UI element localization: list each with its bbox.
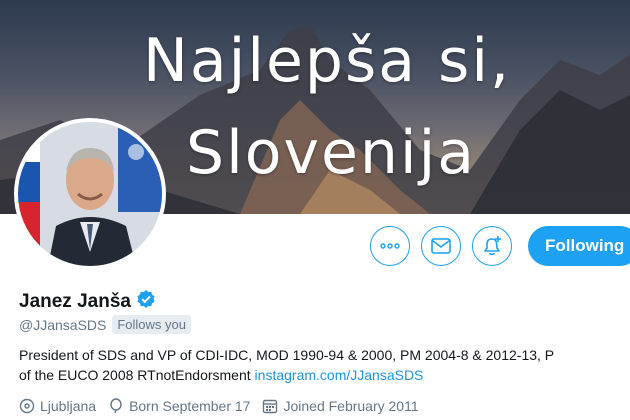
profile-handle-row: @JJansaSDS Follows you [19, 315, 191, 334]
birthday-item: Born September 17 [108, 398, 250, 414]
born-text: Born September 17 [129, 398, 251, 414]
profile-name-row: Janez Janša [19, 289, 156, 314]
bio-instagram-link[interactable]: instagram.com/JJansaSDS [255, 367, 424, 383]
location-text: Ljubljana [40, 398, 97, 414]
profile-handle: @JJansaSDS [19, 316, 107, 333]
location-pin-icon [19, 398, 35, 414]
verified-badge-icon [136, 289, 156, 314]
envelope-icon [431, 238, 451, 254]
more-icon [380, 243, 400, 249]
joined-item: Joined February 2011 [262, 398, 419, 414]
balloon-icon [110, 398, 122, 414]
follows-you-badge: Follows you [112, 315, 191, 334]
location-item: Ljubljana [19, 398, 96, 414]
joined-text: Joined February 2011 [283, 398, 419, 414]
more-button[interactable] [370, 226, 410, 266]
bio-line-2-text: of the EUCO 2008 RTnotEndorsment [19, 367, 255, 383]
following-button[interactable]: Following [528, 226, 630, 266]
profile-bio: President of SDS and VP of CDI-IDC, MOD … [19, 345, 630, 385]
profile-meta: Ljubljana Born September 17 Joined Febru… [19, 398, 431, 414]
banner-text-line1: Najlepša si, [143, 26, 512, 96]
bio-line-2: of the EUCO 2008 RTnotEndorsment instagr… [19, 365, 630, 385]
profile-actions: Following [0, 226, 630, 270]
bio-line-1: President of SDS and VP of CDI-IDC, MOD … [19, 347, 555, 363]
banner-text-line2: Slovenija [186, 118, 477, 188]
notifications-button[interactable] [472, 226, 512, 266]
calendar-icon [263, 399, 278, 414]
profile-name: Janez Janša [19, 290, 131, 312]
message-button[interactable] [421, 226, 461, 266]
bell-plus-icon [484, 236, 501, 256]
